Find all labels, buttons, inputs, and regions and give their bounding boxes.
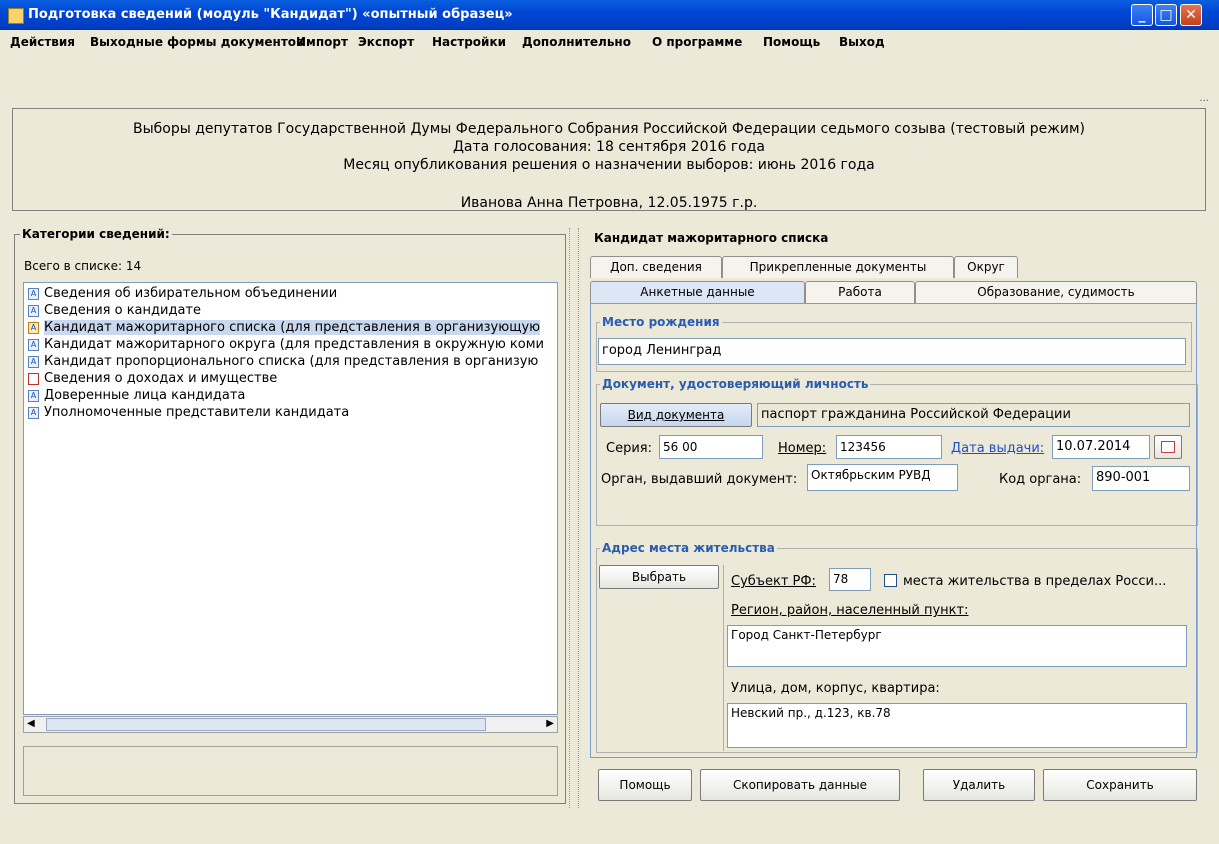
close-button[interactable]: ✕ [1180, 4, 1202, 26]
list-item[interactable]: A Сведения об избирательном объединении [28, 286, 337, 304]
list-count: Всего в списке: 14 [24, 259, 142, 273]
right-panel-title: Кандидат мажоритарного списка [592, 231, 831, 245]
number-input[interactable]: 123456 [836, 435, 942, 459]
voting-date: Дата голосования: 18 сентября 2016 года [452, 139, 766, 155]
app-icon [8, 8, 24, 24]
tab-extra-info[interactable]: Доп. сведения [590, 256, 722, 278]
menu-about[interactable]: О программе [652, 35, 742, 49]
scroll-left-arrow[interactable]: ◀ [27, 718, 35, 729]
document-type-button[interactable]: Вид документа [600, 403, 752, 427]
list-item[interactable]: A Сведения о кандидате [28, 303, 201, 321]
region-input[interactable]: Город Санкт-Петербург [727, 625, 1187, 667]
subject-label: Субъект РФ: [731, 574, 816, 589]
tab-attached-docs[interactable]: Прикрепленные документы [722, 256, 954, 278]
choose-address-button[interactable]: Выбрать [599, 565, 719, 589]
menu-exit[interactable]: Выход [839, 35, 885, 49]
publication-month: Месяц опубликования решения о назначении… [343, 157, 875, 173]
more-indicator: ... [1199, 93, 1209, 104]
series-input[interactable]: 56 00 [659, 435, 763, 459]
tab-education[interactable]: Образование, судимость [915, 281, 1197, 303]
election-title: Выборы депутатов Государственной Думы Фе… [132, 121, 1086, 137]
candidate-name: Иванова Анна Петровна, 12.05.1975 г.р. [460, 195, 758, 211]
title-bar: Подготовка сведений (модуль "Кандидат") … [0, 0, 1219, 30]
birth-title: Место рождения [600, 315, 722, 329]
code-label: Код органа: [999, 472, 1082, 487]
tab-personal-data[interactable]: Анкетные данные [590, 281, 805, 303]
tab-district[interactable]: Округ [954, 256, 1018, 278]
categories-title: Категории сведений: [20, 227, 172, 241]
residence-checkbox-label: места жительства в пределах Росси... [903, 574, 1167, 589]
status-box [23, 746, 558, 796]
document-icon: A [28, 338, 39, 351]
delete-button[interactable]: Удалить [923, 769, 1035, 801]
series-label: Серия: [606, 441, 652, 456]
region-label: Регион, район, населенный пункт: [731, 603, 969, 618]
copy-data-button[interactable]: Скопировать данные [700, 769, 900, 801]
scroll-thumb[interactable] [46, 718, 486, 731]
list-item[interactable]: A Уполномоченные представители кандидата [28, 405, 349, 423]
scroll-right-arrow[interactable]: ▶ [546, 718, 554, 729]
document-icon: A [28, 304, 39, 317]
list-item[interactable]: A Кандидат мажоритарного списка (для пред… [28, 320, 541, 338]
list-item[interactable]: A Кандидат пропорционального списка (для … [28, 354, 538, 372]
document-icon: A [28, 389, 39, 402]
document-title: Документ, удостоверяющий личность [600, 377, 871, 391]
window-title: Подготовка сведений (модуль "Кандидат") … [28, 7, 513, 22]
birth-place-input[interactable]: город Ленинград [598, 338, 1186, 365]
issue-date-label[interactable]: Дата выдачи: [951, 441, 1044, 456]
menu-bar: Действия Выходные формы документов Импор… [0, 30, 1219, 54]
document-icon: A [28, 321, 39, 334]
issuer-label: Орган, выдавший документ: [601, 472, 798, 487]
calendar-button[interactable] [1154, 435, 1182, 459]
tab-work[interactable]: Работа [805, 281, 915, 303]
subject-input[interactable]: 78 [829, 568, 871, 591]
list-item[interactable]: Сведения о доходах и имуществе [28, 371, 277, 389]
residence-checkbox[interactable] [884, 574, 897, 587]
save-button[interactable]: Сохранить [1043, 769, 1197, 801]
splitter[interactable] [569, 228, 579, 808]
menu-import[interactable]: Импорт [296, 35, 348, 49]
code-input[interactable]: 890-001 [1092, 466, 1190, 491]
calendar-icon [1161, 440, 1175, 453]
menu-actions[interactable]: Действия [10, 35, 75, 49]
document-icon: A [28, 406, 39, 419]
list-item[interactable]: A Доверенные лица кандидата [28, 388, 245, 406]
menu-help[interactable]: Помощь [763, 35, 820, 49]
menu-settings[interactable]: Настройки [432, 35, 506, 49]
menu-export[interactable]: Экспорт [358, 35, 414, 49]
menu-output-forms[interactable]: Выходные формы документов [90, 35, 304, 49]
issue-date-input[interactable]: 10.07.2014 [1052, 435, 1150, 459]
list-item[interactable]: A Кандидат мажоритарного округа (для пред… [28, 337, 544, 355]
issuer-input[interactable]: Октябрьским РУВД [807, 464, 958, 491]
menu-additional[interactable]: Дополнительно [522, 35, 631, 49]
number-label: Номер: [778, 441, 827, 456]
maximize-button[interactable]: □ [1155, 4, 1177, 26]
election-header: Выборы депутатов Государственной Думы Фе… [12, 108, 1206, 211]
categories-list[interactable]: A Сведения об избирательном объединении A… [23, 282, 558, 715]
street-label: Улица, дом, корпус, квартира: [731, 681, 940, 696]
street-input[interactable]: Невский пр., д.123, кв.78 [727, 703, 1187, 748]
document-type-field[interactable]: паспорт гражданина Российской Федерации [757, 403, 1190, 427]
minimize-button[interactable]: _ [1131, 4, 1153, 26]
address-title: Адрес места жительства [600, 541, 777, 555]
page-icon [28, 372, 39, 385]
help-button[interactable]: Помощь [598, 769, 692, 801]
list-hscrollbar[interactable]: ◀ ▶ [23, 716, 558, 733]
document-icon: A [28, 355, 39, 368]
document-icon: A [28, 287, 39, 300]
